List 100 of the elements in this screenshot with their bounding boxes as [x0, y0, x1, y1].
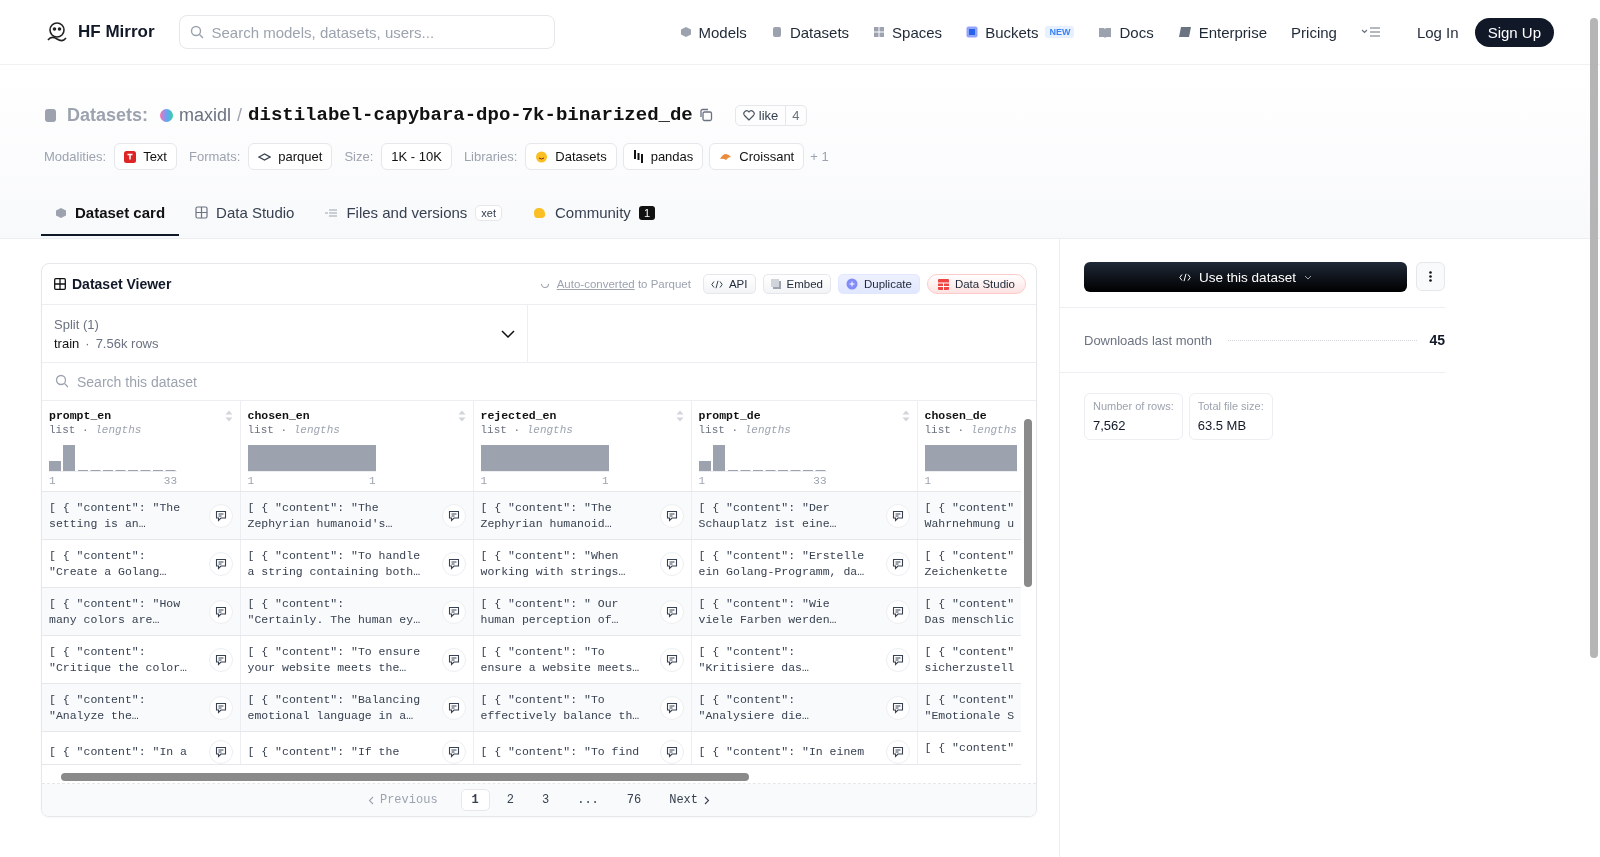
chat-icon[interactable]	[441, 552, 466, 576]
chat-icon[interactable]	[885, 696, 910, 720]
next-link[interactable]: Next	[658, 789, 721, 811]
range-min: 1	[698, 475, 706, 487]
chat-icon[interactable]	[885, 504, 910, 528]
brand-name[interactable]: HF Mirror	[78, 22, 155, 42]
range-min: 1	[480, 475, 488, 487]
tag-chip[interactable]: Datasets	[525, 143, 617, 170]
table-cell: [ { "content": "To find	[480, 744, 640, 760]
tag-chip[interactable]: 1K - 10K	[381, 143, 452, 170]
like-button[interactable]: like 4	[734, 104, 807, 126]
chat-icon[interactable]	[885, 552, 910, 576]
code-icon	[1179, 272, 1192, 282]
dataset-name[interactable]: distilabel-capybara-dpo-7k-binarized_de	[248, 104, 693, 126]
tag-chip[interactable]: Croissant	[709, 143, 805, 170]
table-cell: [ { "content" Das menschlic	[924, 596, 1015, 628]
split-value: train	[54, 335, 80, 351]
nav-link[interactable]: Enterprise	[1177, 23, 1268, 41]
column-type: list · lengths	[698, 424, 792, 436]
bars-icon	[632, 150, 644, 163]
tag-group-label: Formats:	[189, 149, 241, 164]
page-link[interactable]: 76	[615, 789, 653, 811]
chat-icon[interactable]	[885, 648, 910, 672]
dataset-search-field[interactable]: Search this dataset	[42, 363, 1036, 400]
chat-icon[interactable]	[659, 740, 684, 764]
chat-icon[interactable]	[208, 648, 233, 672]
column-name[interactable]: chosen_en	[247, 409, 310, 422]
column-type: list · lengths	[49, 424, 143, 436]
range-max: 33	[163, 475, 177, 487]
table-cell: [ { "content": "Create a Golang…	[49, 548, 167, 580]
chat-icon[interactable]	[659, 552, 684, 576]
login-link[interactable]: Log In	[1416, 23, 1459, 41]
use-dataset-button[interactable]: Use this dataset	[1084, 262, 1407, 292]
nav-link[interactable]: Buckets NEW	[966, 23, 1075, 41]
viewer-action-button[interactable]: API	[702, 274, 756, 294]
heart-icon	[742, 109, 755, 121]
search-field[interactable]: Search models, datasets, users...	[178, 15, 555, 49]
chat-icon[interactable]	[441, 648, 466, 672]
chat-icon[interactable]	[208, 552, 233, 576]
tag-chip[interactable]: parquet	[248, 143, 333, 170]
viewer-action-button[interactable]: Duplicate	[837, 274, 920, 294]
page-link[interactable]: ...	[566, 789, 610, 811]
copy-icon[interactable]	[698, 108, 713, 122]
text-icon	[124, 150, 137, 163]
range-min: 1	[247, 475, 255, 487]
xet-badge: xet	[475, 204, 502, 221]
tab[interactable]: Dataset card	[41, 195, 180, 236]
chevron-left-icon	[367, 795, 374, 805]
column-name[interactable]: prompt_de	[698, 409, 761, 422]
count-badge: 1	[638, 205, 655, 220]
column-name[interactable]: prompt_en	[49, 409, 112, 422]
page-link[interactable]: 3	[531, 789, 561, 811]
chat-icon[interactable]	[208, 504, 233, 528]
table-cell: [ { "content": "To ensure your website meets the…	[247, 644, 421, 676]
range-max: 1	[368, 475, 376, 487]
nav-link[interactable]: Spaces	[873, 23, 943, 41]
chat-icon[interactable]	[441, 600, 466, 624]
menu-icon[interactable]	[1360, 26, 1381, 38]
table-cell: [ { "content": "To ensure a website meets…	[480, 644, 640, 676]
tab[interactable]: Files and versions xet	[310, 195, 516, 236]
split-selector[interactable]: Split (1) train · 7.56k rows	[42, 305, 528, 362]
chat-icon[interactable]	[659, 600, 684, 624]
grid-icon	[873, 26, 886, 38]
nav-link[interactable]: Pricing	[1291, 23, 1337, 41]
table-cell: [ { "content" Zeichenkette	[924, 548, 1015, 580]
chat-icon[interactable]	[441, 504, 466, 528]
column-name[interactable]: rejected_en	[480, 409, 557, 422]
signup-button[interactable]: Sign Up	[1474, 17, 1554, 47]
chat-icon[interactable]	[885, 600, 910, 624]
nav-link[interactable]: Docs	[1098, 23, 1154, 41]
chat-icon[interactable]	[208, 696, 233, 720]
chat-icon[interactable]	[208, 600, 233, 624]
nav-link[interactable]: Models	[679, 23, 747, 41]
chat-icon[interactable]	[441, 740, 466, 764]
page-link[interactable]: 1	[460, 789, 490, 811]
column-name[interactable]: chosen_de	[924, 409, 987, 422]
table-cell: [ { "content" sicherzustell	[924, 644, 1015, 676]
chat-icon[interactable]	[441, 696, 466, 720]
chevron-down-icon	[1303, 274, 1312, 280]
viewer-action-button[interactable]: Embed	[762, 274, 831, 294]
tag-chip[interactable]: Text	[114, 143, 177, 170]
viewer-action-button[interactable]: Data Studio	[926, 274, 1026, 294]
page-link[interactable]: 2	[495, 789, 525, 811]
path-separator: /	[237, 104, 243, 126]
chat-icon[interactable]	[885, 740, 910, 764]
tab[interactable]: Community 1	[518, 195, 669, 236]
owner-link[interactable]: maxidl	[179, 104, 232, 126]
column-type: list · lengths	[480, 424, 574, 436]
search-icon	[55, 374, 69, 388]
separator-dot: ·	[85, 335, 90, 351]
tag-chip[interactable]: pandas	[622, 143, 704, 170]
chat-icon[interactable]	[659, 504, 684, 528]
like-count: 4	[785, 105, 806, 125]
chat-icon[interactable]	[208, 740, 233, 764]
tab[interactable]: Data Studio	[181, 195, 309, 236]
conversion-note: Auto-converted to Parquet	[556, 278, 691, 290]
chat-icon[interactable]	[659, 696, 684, 720]
chat-icon[interactable]	[659, 648, 684, 672]
downloads-count: 45	[1429, 332, 1445, 348]
nav-link[interactable]: Datasets	[770, 23, 850, 41]
